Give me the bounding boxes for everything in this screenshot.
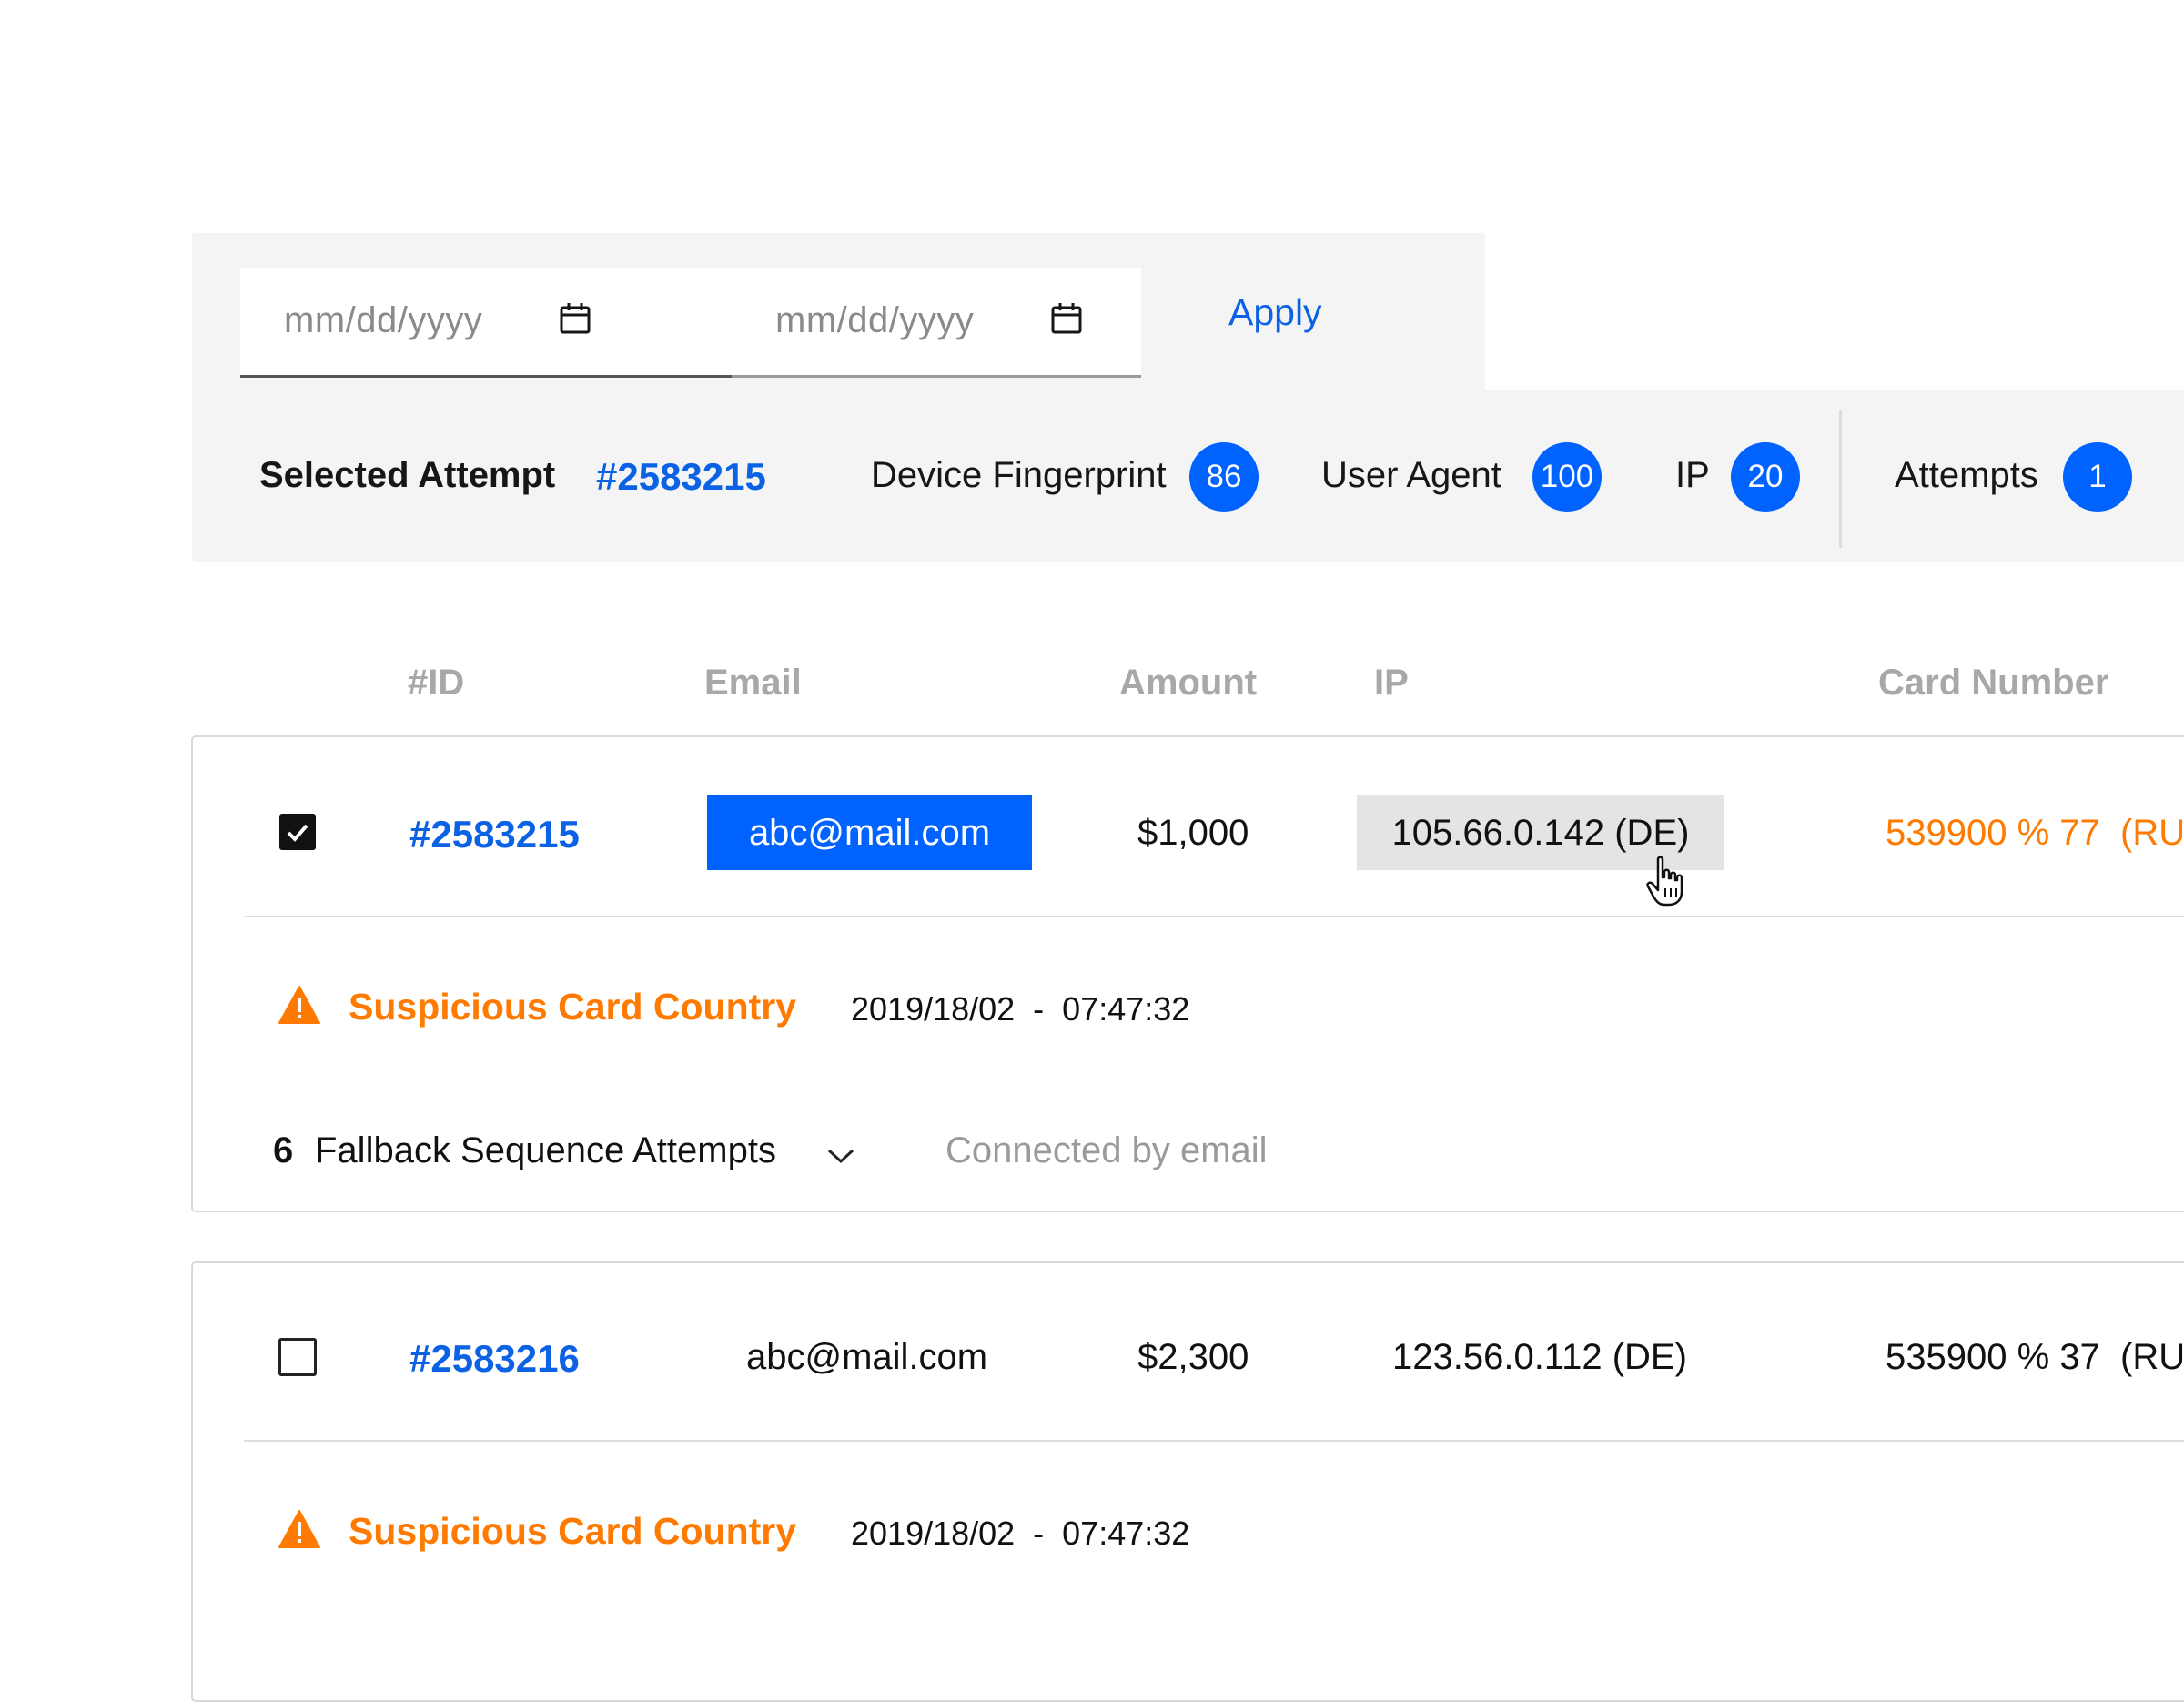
row-amount: $2,300	[1138, 1337, 1249, 1377]
selected-attempt-id[interactable]: #2583215	[596, 455, 766, 499]
row-amount: $1,000	[1138, 813, 1249, 853]
column-header-ip[interactable]: IP	[1374, 663, 1409, 704]
user-agent-count-badge[interactable]: 100	[1532, 442, 1602, 512]
alert-label: Suspicious Card Country	[349, 1510, 797, 1552]
column-header-id[interactable]: #ID	[408, 663, 464, 704]
table-row[interactable]	[191, 1261, 2184, 1702]
row-card-number: 539900 % 77 (RU	[1886, 813, 2184, 854]
row-id-link[interactable]: #2583216	[410, 1337, 580, 1381]
row-id-link[interactable]: #2583215	[410, 813, 580, 856]
row-email-highlighted[interactable]: abc@mail.com	[707, 795, 1032, 870]
warning-icon	[278, 986, 320, 1024]
hand-pointer-cursor-icon	[1646, 856, 1684, 907]
calendar-icon[interactable]	[1050, 302, 1083, 335]
end-date-placeholder: mm/dd/yyyy	[775, 300, 975, 340]
row-divider	[244, 916, 2184, 917]
start-date-placeholder: mm/dd/yyyy	[284, 300, 483, 340]
fallback-count: 6	[273, 1130, 294, 1170]
card-country-value: (RU	[2120, 813, 2184, 853]
user-agent-label: User Agent	[1321, 455, 1502, 495]
selected-attempt-label: Selected Attempt	[259, 455, 556, 495]
row-email: abc@mail.com	[746, 1337, 988, 1377]
attempts-count-badge[interactable]: 1	[2063, 442, 2132, 512]
chevron-down-icon[interactable]	[826, 1147, 855, 1165]
end-date-input[interactable]: mm/dd/yyyy	[732, 268, 1141, 378]
attempts-label: Attempts	[1895, 455, 2038, 495]
connected-by-label: Connected by email	[945, 1130, 1268, 1170]
column-header-amount[interactable]: Amount	[1119, 663, 1257, 704]
alert-label: Suspicious Card Country	[349, 986, 797, 1028]
row-ip: 123.56.0.112 (DE)	[1392, 1337, 1687, 1377]
device-fingerprint-count-badge[interactable]: 86	[1189, 442, 1259, 512]
apply-button[interactable]: Apply	[1228, 291, 1322, 334]
ip-count-badge[interactable]: 20	[1731, 442, 1800, 512]
checkmark-icon	[287, 824, 308, 842]
card-number-value: 539900 % 77	[1886, 813, 2100, 853]
card-number-value: 535900 % 37	[1886, 1337, 2100, 1377]
start-date-input[interactable]: mm/dd/yyyy	[240, 268, 732, 378]
row-checkbox-unchecked[interactable]	[278, 1338, 317, 1376]
alert-timestamp: 2019/18/02 - 07:47:32	[851, 1515, 1190, 1552]
alert-timestamp: 2019/18/02 - 07:47:32	[851, 990, 1190, 1028]
calendar-icon[interactable]	[559, 302, 592, 335]
summary-divider	[1839, 410, 1842, 548]
fallback-attempts-label[interactable]: Fallback Sequence Attempts	[315, 1130, 776, 1171]
device-fingerprint-label: Device Fingerprint	[871, 455, 1167, 495]
card-country-value: (RU	[2120, 1337, 2184, 1377]
row-card-number: 535900 % 37 (RU	[1886, 1337, 2184, 1378]
column-header-card-number[interactable]: Card Number	[1878, 663, 2108, 704]
ip-label: IP	[1675, 455, 1710, 495]
warning-icon	[278, 1510, 320, 1548]
column-header-email[interactable]: Email	[704, 663, 802, 704]
row-checkbox-checked[interactable]	[279, 814, 316, 850]
row-divider	[244, 1440, 2184, 1442]
